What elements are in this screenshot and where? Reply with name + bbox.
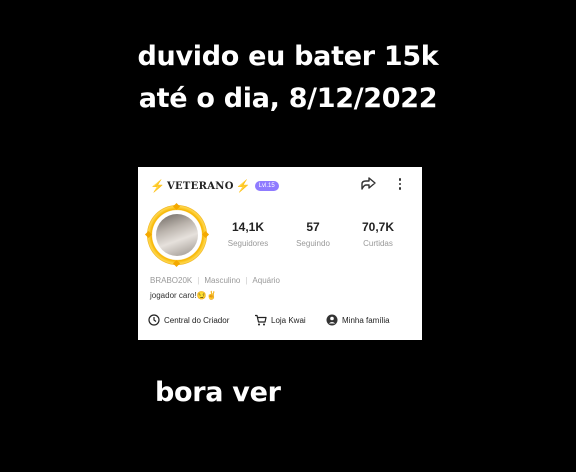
level-badge: Lvl.15 — [254, 181, 279, 191]
stat-likes[interactable]: 70,7K Curtidas — [343, 220, 413, 248]
stat-value: 57 — [306, 220, 320, 234]
cart-icon — [255, 314, 267, 326]
gender: Masculino — [204, 276, 241, 285]
profile-card: ⚡ VETERANO ⚡ Lvl.15 14,1K Seguidores 57 … — [138, 167, 422, 340]
stat-value: 70,7K — [361, 220, 395, 234]
stat-label: Seguindo — [296, 239, 330, 248]
more-options-icon[interactable] — [394, 176, 406, 194]
caption-line-1: duvido eu bater 15k — [137, 41, 439, 72]
username: BRABO20K — [150, 276, 193, 285]
creator-center-button[interactable]: Central do Criador — [148, 314, 229, 326]
action-label: Minha família — [342, 315, 390, 325]
lightning-icon: ⚡ — [235, 179, 251, 193]
avatar[interactable] — [144, 202, 210, 268]
caption-bottom: bora ver — [155, 377, 281, 408]
family-icon — [326, 314, 338, 326]
stat-label: Seguidores — [227, 239, 269, 248]
profile-actions: Central do Criador Loja Kwai Minha famíl… — [148, 314, 418, 328]
stat-label: Curtidas — [363, 239, 393, 248]
lightning-icon: ⚡ — [150, 179, 165, 193]
avatar-photo — [156, 214, 198, 256]
stat-following[interactable]: 57 Seguindo — [278, 220, 348, 248]
creator-center-icon — [148, 314, 160, 326]
profile-meta: BRABO20K | Masculino | Aquário — [150, 276, 280, 285]
zodiac-sign: Aquário — [252, 276, 280, 285]
action-label: Loja Kwai — [271, 315, 306, 325]
action-label: Central do Criador — [164, 315, 230, 325]
profile-title: VETERANO — [166, 180, 234, 192]
caption-line-2: até o dia, 8/12/2022 — [138, 83, 438, 114]
stat-followers[interactable]: 14,1K Seguidores — [213, 220, 283, 248]
stat-value: 14,1K — [231, 220, 265, 234]
kwai-shop-button[interactable]: Loja Kwai — [254, 314, 306, 326]
share-icon[interactable] — [359, 175, 377, 193]
my-family-button[interactable]: Minha família — [326, 314, 390, 326]
profile-title-bar: ⚡ VETERANO ⚡ Lvl.15 — [150, 177, 279, 195]
profile-bio: jogador caro!😏✌ — [150, 291, 217, 300]
